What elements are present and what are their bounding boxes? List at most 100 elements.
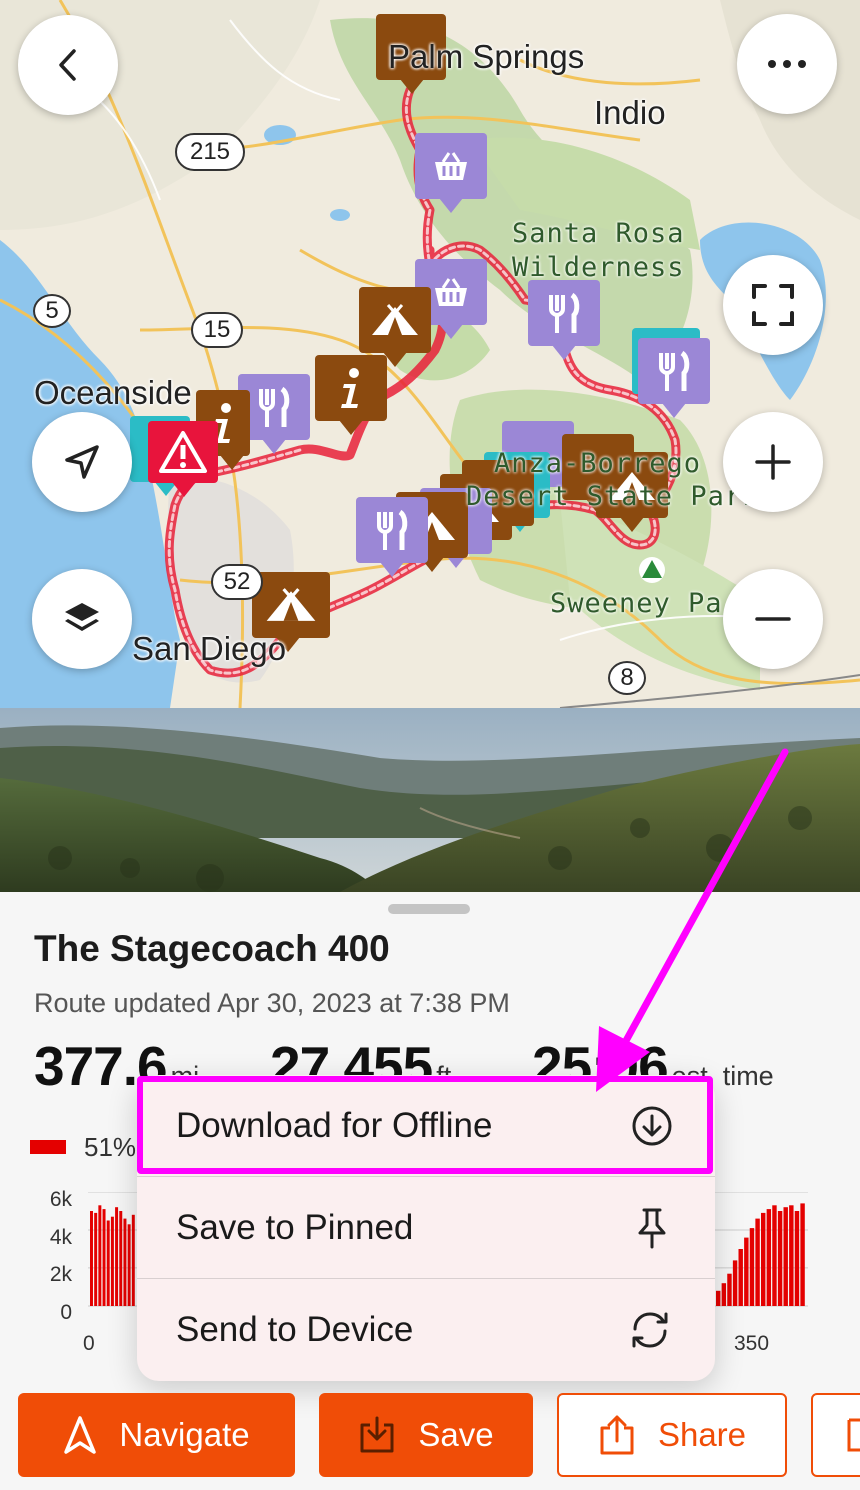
fullscreen-icon bbox=[752, 284, 794, 326]
menu-item-save-pinned[interactable]: Save to Pinned bbox=[137, 1177, 715, 1278]
info-poi[interactable] bbox=[315, 355, 387, 435]
chevron-left-icon bbox=[59, 49, 76, 81]
surface-legend-swatch bbox=[30, 1140, 66, 1154]
elevation-bar bbox=[755, 1218, 760, 1306]
elevation-bar bbox=[783, 1207, 788, 1306]
navigate-button[interactable]: Navigate bbox=[18, 1393, 295, 1477]
share-button[interactable]: Share bbox=[557, 1393, 787, 1477]
navigate-label: Navigate bbox=[119, 1416, 250, 1453]
elevation-bar bbox=[119, 1211, 123, 1306]
restaurant-poi[interactable] bbox=[356, 497, 428, 577]
document-icon bbox=[847, 1418, 860, 1452]
navigation-arrow-icon bbox=[65, 445, 99, 479]
highway-shield-15: 15 bbox=[191, 312, 243, 348]
park-label-anza-borrego: Anza-Borrego bbox=[494, 448, 702, 479]
y-tick-4k: 4k bbox=[49, 1226, 72, 1249]
elevation-bar bbox=[131, 1214, 135, 1306]
elevation-bar bbox=[110, 1216, 114, 1306]
highway-shield-52: 52 bbox=[211, 564, 263, 600]
locate-me-button[interactable] bbox=[32, 412, 132, 512]
surface-legend-label: 51% bbox=[84, 1132, 137, 1162]
fork-knife-icon bbox=[377, 509, 408, 550]
fork-knife-icon bbox=[659, 350, 690, 391]
elevation-bar bbox=[721, 1283, 727, 1306]
warning-icon bbox=[159, 431, 207, 473]
plus-icon bbox=[755, 444, 791, 480]
elevation-bar bbox=[772, 1205, 777, 1306]
x-tick-0: 0 bbox=[83, 1332, 95, 1355]
zoom-out-button[interactable] bbox=[723, 569, 823, 669]
park-label-wilderness: Wilderness bbox=[512, 252, 685, 283]
restaurant-poi[interactable] bbox=[528, 280, 600, 360]
route-cover-photo bbox=[0, 708, 860, 892]
elevation-bar bbox=[744, 1237, 749, 1306]
tent-icon bbox=[372, 304, 418, 335]
minus-icon bbox=[755, 617, 791, 621]
more-actions-button[interactable] bbox=[811, 1393, 860, 1477]
info-icon bbox=[341, 368, 359, 408]
fork-knife-icon bbox=[549, 292, 580, 333]
elevation-bar bbox=[749, 1228, 755, 1306]
tent-icon bbox=[266, 588, 316, 621]
elevation-bar bbox=[123, 1218, 127, 1306]
elevation-bar bbox=[98, 1205, 102, 1306]
elevation-bar bbox=[800, 1203, 805, 1306]
more-options-button[interactable] bbox=[737, 14, 837, 114]
back-button[interactable] bbox=[18, 15, 118, 115]
grocery-poi[interactable] bbox=[415, 133, 487, 213]
menu-item-label: Send to Device bbox=[176, 1309, 414, 1349]
elevation-bar bbox=[127, 1224, 131, 1306]
share-label: Share bbox=[657, 1416, 747, 1453]
restaurant-poi[interactable] bbox=[638, 338, 710, 418]
basket-icon bbox=[435, 152, 467, 180]
place-label-oceanside: Oceanside bbox=[34, 374, 192, 411]
map-layers-button[interactable] bbox=[32, 569, 132, 669]
menu-item-send-device[interactable]: Send to Device bbox=[137, 1279, 715, 1380]
zoom-in-button[interactable] bbox=[723, 412, 823, 512]
y-tick-0: 0 bbox=[60, 1301, 72, 1324]
park-label-desert-state-park: Desert State Park bbox=[466, 481, 760, 512]
elevation-bar bbox=[115, 1207, 119, 1306]
elevation-bar bbox=[106, 1220, 110, 1306]
elevation-bar bbox=[94, 1212, 98, 1306]
menu-item-label: Save to Pinned bbox=[176, 1207, 414, 1247]
campsite-poi[interactable] bbox=[252, 572, 330, 652]
highway-shield-8: 8 bbox=[608, 661, 646, 695]
park-label-santa-rosa: Santa Rosa bbox=[512, 218, 685, 249]
highway-shield-215: 215 bbox=[175, 133, 245, 171]
fork-knife-icon bbox=[259, 386, 290, 427]
annotation-highlight-box bbox=[137, 1076, 713, 1174]
place-label-indio: Indio bbox=[594, 94, 666, 131]
sync-icon bbox=[632, 1312, 668, 1348]
navigate-arrow-icon bbox=[64, 1416, 97, 1454]
elevation-bar bbox=[738, 1249, 743, 1306]
basket-icon bbox=[435, 278, 467, 306]
fullscreen-button[interactable] bbox=[723, 255, 823, 355]
save-download-icon bbox=[360, 1416, 394, 1453]
more-horizontal-icon bbox=[768, 60, 806, 68]
park-label-sweeney: Sweeney Pa bbox=[550, 588, 723, 619]
sheet-grabber[interactable] bbox=[388, 904, 470, 914]
route-map[interactable]: Palm Springs Indio Oceanside San Diego S… bbox=[0, 0, 860, 708]
x-tick-350: 350 bbox=[734, 1332, 770, 1355]
elevation-bar bbox=[90, 1211, 93, 1306]
save-label: Save bbox=[418, 1416, 494, 1453]
place-label-palm-springs: Palm Springs bbox=[388, 38, 585, 75]
highway-shield-5: 5 bbox=[33, 294, 71, 328]
elevation-bar bbox=[761, 1212, 766, 1306]
elevation-bar bbox=[727, 1273, 732, 1306]
elevation-bar bbox=[716, 1290, 721, 1306]
y-tick-2k: 2k bbox=[49, 1263, 72, 1286]
y-tick-6k: 6k bbox=[49, 1188, 72, 1211]
warning-poi[interactable] bbox=[148, 421, 218, 497]
save-button[interactable]: Save bbox=[319, 1393, 533, 1477]
pin-icon bbox=[638, 1208, 666, 1249]
elevation-bar bbox=[789, 1205, 794, 1306]
route-title: The Stagecoach 400 bbox=[34, 928, 390, 969]
place-label-san-diego: San Diego bbox=[132, 630, 287, 667]
elevation-bar bbox=[766, 1209, 772, 1306]
elevation-bar bbox=[794, 1211, 800, 1306]
elevation-bar bbox=[732, 1260, 738, 1306]
campsite-poi[interactable] bbox=[359, 287, 431, 367]
share-icon bbox=[600, 1415, 634, 1455]
